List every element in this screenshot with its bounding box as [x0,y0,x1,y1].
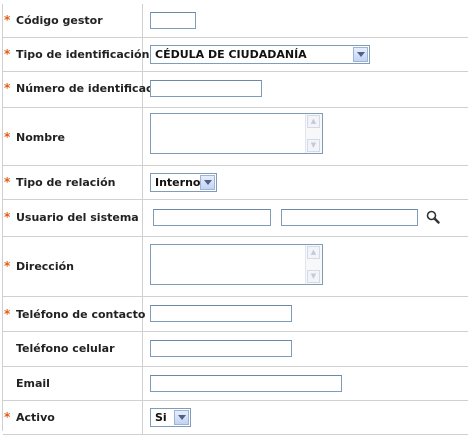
control-cell [143,72,468,107]
control-cell [143,297,468,331]
tipo-identificacion-label: Tipo de identificación [16,48,150,61]
row-numero-identificacion: * Número de identificación [3,72,468,108]
required-mark: * [4,13,11,27]
control-cell: Interno [143,166,468,199]
control-cell: ▲ ▼ [143,237,468,296]
scrollbar[interactable]: ▲ ▼ [305,114,322,153]
label-cell: Email [3,367,143,400]
codigo-gestor-input[interactable] [150,12,196,29]
activo-value: Si [155,411,167,424]
control-cell [143,200,468,236]
chevron-down-icon[interactable] [174,410,189,425]
required-mark: * [4,259,11,273]
control-cell [143,367,468,400]
label-cell: * Número de identificación [3,72,172,107]
control-cell: ▲ ▼ [143,108,468,165]
tipo-identificacion-select[interactable]: CÉDULA DE CIUDADANÍA [150,45,370,64]
control-cell: Si [143,401,468,434]
scrollbar[interactable]: ▲ ▼ [305,245,322,284]
required-mark: * [4,47,11,61]
required-mark: * [4,307,11,321]
row-telefono-celular: Teléfono celular [3,332,468,367]
required-mark: * [4,130,11,144]
label-cell: * Activo [3,401,143,434]
email-label: Email [16,377,50,390]
row-direccion: * Dirección ▲ ▼ [3,237,468,297]
usuario-sistema-input-1[interactable] [153,209,271,226]
activo-select[interactable]: Si [150,408,191,427]
activo-label: Activo [16,411,55,424]
email-input[interactable] [150,375,342,392]
required-mark: * [4,175,11,189]
row-telefono-contacto: * Teléfono de contacto [3,297,468,332]
telefono-contacto-input[interactable] [150,305,292,322]
nombre-textarea[interactable]: ▲ ▼ [150,113,323,154]
row-email: Email [3,367,468,401]
chevron-down-icon[interactable] [353,47,368,62]
usuario-sistema-label: Usuario del sistema [16,211,139,224]
control-cell [143,332,468,366]
scroll-down-icon[interactable]: ▼ [307,270,320,283]
row-usuario-sistema: * Usuario del sistema [3,200,468,237]
row-tipo-relacion: * Tipo de relación Interno [3,166,468,200]
label-cell: * Nombre [3,108,143,165]
usuario-sistema-input-2[interactable] [281,209,418,226]
direccion-label: Dirección [16,260,74,273]
numero-identificacion-input[interactable] [150,80,262,97]
telefono-contacto-label: Teléfono de contacto [16,308,146,321]
magnifier-icon[interactable] [426,210,440,224]
tipo-identificacion-value: CÉDULA DE CIUDADANÍA [155,48,307,61]
chevron-down-icon[interactable] [200,175,215,190]
tipo-relacion-select[interactable]: Interno [150,173,217,192]
row-codigo-gestor: * Código gestor [3,4,468,38]
tipo-relacion-label: Tipo de relación [16,176,116,189]
telefono-celular-input[interactable] [150,340,292,357]
label-cell: * Código gestor [3,4,143,37]
row-tipo-identificacion: * Tipo de identificación CÉDULA DE CIUDA… [3,38,468,72]
label-cell: * Dirección [3,237,143,296]
required-mark: * [4,410,11,424]
telefono-celular-label: Teléfono celular [16,342,115,355]
codigo-gestor-label: Código gestor [16,14,103,27]
label-cell: Teléfono celular [3,332,143,366]
scroll-up-icon[interactable]: ▲ [307,246,320,259]
tipo-relacion-value: Interno [155,176,201,189]
control-cell: CÉDULA DE CIUDADANÍA [143,38,468,71]
label-cell: * Usuario del sistema [3,200,143,236]
required-mark: * [4,210,11,224]
direccion-textarea[interactable]: ▲ ▼ [150,244,323,285]
label-cell: * Tipo de identificación [3,38,149,71]
control-cell [143,4,468,37]
scroll-up-icon[interactable]: ▲ [307,115,320,128]
label-cell: * Tipo de relación [3,166,143,199]
nombre-label: Nombre [16,131,65,144]
required-mark: * [4,81,11,95]
gestor-form: * Código gestor * Tipo de identificación… [2,4,468,435]
label-cell: * Teléfono de contacto [3,297,146,331]
row-nombre: * Nombre ▲ ▼ [3,108,468,166]
row-activo: * Activo Si [3,401,468,435]
scroll-down-icon[interactable]: ▼ [307,139,320,152]
